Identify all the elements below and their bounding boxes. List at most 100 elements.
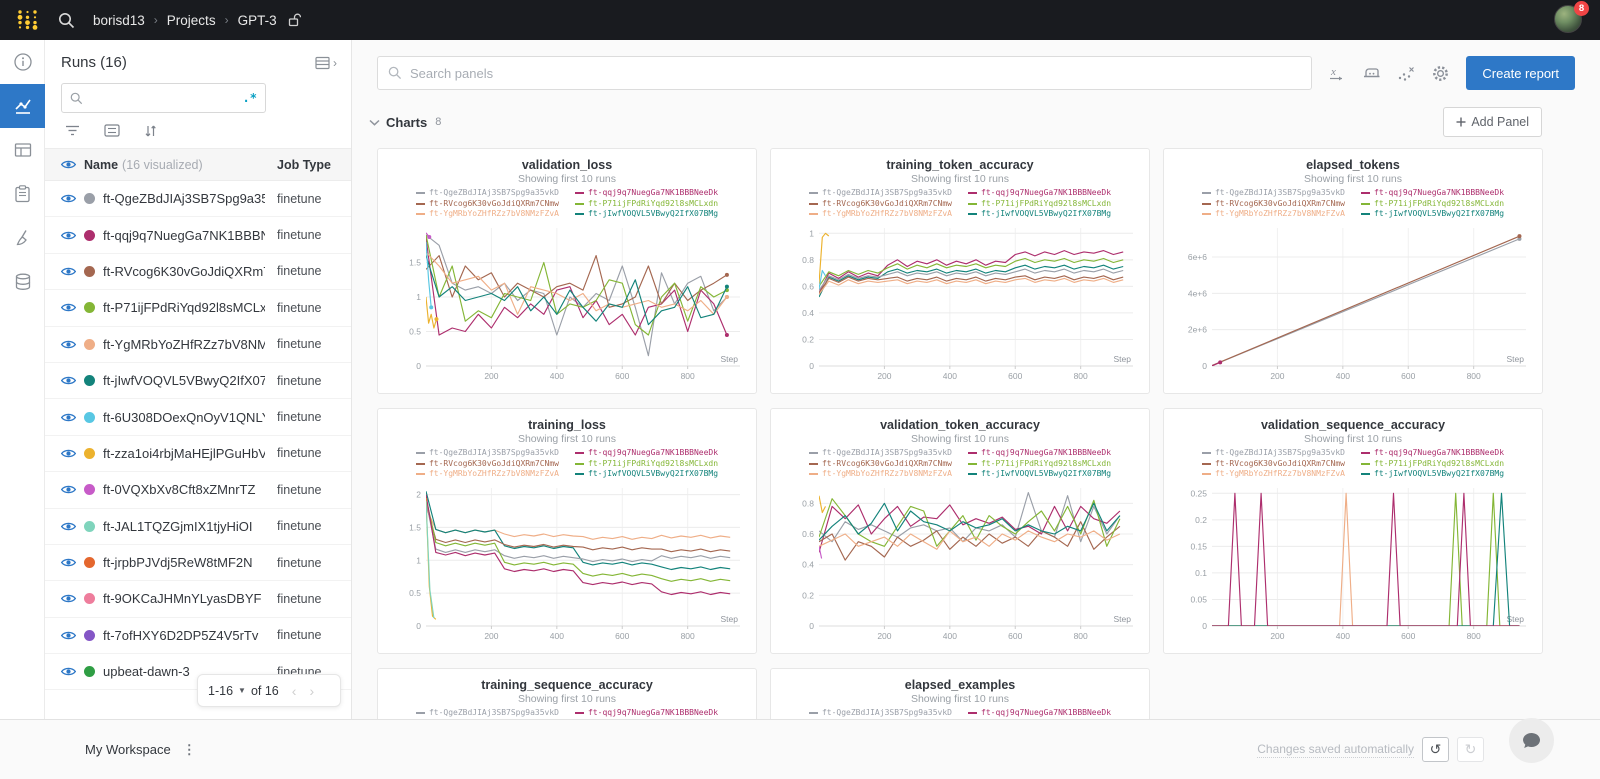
rail-overview-button[interactable] xyxy=(0,40,45,84)
outliers-icon[interactable] xyxy=(1397,65,1415,82)
page-range-dropdown[interactable]: 1-16 xyxy=(208,684,233,698)
eye-visibility-toggle[interactable] xyxy=(61,557,76,568)
run-row[interactable]: ft-9OKCaJHMnYLyasDBYFfinetune xyxy=(45,581,351,617)
eye-icon[interactable] xyxy=(61,159,76,170)
eye-visibility-toggle[interactable] xyxy=(61,193,76,204)
eye-visibility-toggle[interactable] xyxy=(61,302,76,313)
eye-visibility-toggle[interactable] xyxy=(61,666,76,677)
run-name[interactable]: ft-7ofHXY6D2DP5Z4V5rTv xyxy=(103,628,265,643)
breadcrumb-project[interactable]: GPT-3 xyxy=(238,13,277,28)
eye-visibility-toggle[interactable] xyxy=(61,521,76,532)
run-name[interactable]: ft-jIwfVOQVL5VBwyQ2IfX07BMg xyxy=(103,373,265,388)
chat-bubble-button[interactable] xyxy=(1509,718,1554,763)
chart-panel[interactable]: training_token_accuracyShowing first 10 … xyxy=(770,148,1150,394)
run-name[interactable]: ft-P71ijFPdRiYqd92l8sMCLxdn xyxy=(103,300,265,315)
notification-badge[interactable]: 8 xyxy=(1574,1,1589,16)
eye-visibility-toggle[interactable] xyxy=(61,339,76,350)
breadcrumb-projects[interactable]: Projects xyxy=(167,13,216,28)
run-name[interactable]: ft-YgMRbYoZHfRZz7bV8NMzFZvA xyxy=(103,337,265,352)
eye-visibility-toggle[interactable] xyxy=(61,593,76,604)
prev-page-button[interactable]: ‹ xyxy=(292,683,297,699)
run-name[interactable]: ft-JAL1TQZGjmIX1tjyHiOI xyxy=(103,519,265,534)
filter-icon[interactable] xyxy=(65,124,80,137)
chart-panel[interactable]: training_sequence_accuracyShowing first … xyxy=(377,668,757,719)
eye-visibility-toggle[interactable] xyxy=(61,412,76,423)
run-name[interactable]: ft-qqj9q7NuegGa7NK1BBBNeeDk xyxy=(103,228,265,243)
undo-button[interactable]: ↺ xyxy=(1422,737,1449,762)
workspace-selector[interactable]: My Workspace xyxy=(85,742,171,757)
chart-panel[interactable]: training_lossShowing first 10 runsft-Qge… xyxy=(377,408,757,654)
column-header-job-type[interactable]: Job Type xyxy=(277,158,331,172)
chevron-down-icon[interactable] xyxy=(369,119,380,126)
run-row[interactable]: ft-6U308DOexQnOyV1QNLY4z2Wfinetune xyxy=(45,399,351,435)
charts-section-label[interactable]: Charts xyxy=(386,115,427,130)
panel-search-input[interactable] xyxy=(410,66,1301,81)
chart-subtitle: Showing first 10 runs xyxy=(783,173,1137,186)
eye-visibility-toggle[interactable] xyxy=(61,448,76,459)
legend-dash xyxy=(1361,213,1370,215)
smoothing-icon[interactable] xyxy=(1362,65,1381,81)
chart-plot[interactable]: 00.511.5200400600800Step xyxy=(390,222,746,388)
add-panel-button[interactable]: Add Panel xyxy=(1443,107,1542,137)
run-row[interactable]: ft-qqj9q7NuegGa7NK1BBBNeeDkfinetune xyxy=(45,217,351,253)
rail-panels-button[interactable] xyxy=(0,128,45,172)
search-icon[interactable] xyxy=(58,12,75,29)
rail-sweeps-button[interactable] xyxy=(0,216,45,260)
gear-icon[interactable] xyxy=(1431,64,1450,83)
run-row[interactable]: ft-0VQXbXv8Cft8xZMnrTZfinetune xyxy=(45,472,351,508)
create-report-button[interactable]: Create report xyxy=(1466,56,1575,90)
sort-icon[interactable] xyxy=(144,124,157,138)
chart-panel[interactable]: validation_token_accuracyShowing first 1… xyxy=(770,408,1150,654)
run-name[interactable]: ft-0VQXbXv8Cft8xZMnrTZ xyxy=(103,482,265,497)
regex-toggle[interactable]: .* xyxy=(243,91,257,105)
chart-panel[interactable]: validation_lossShowing first 10 runsft-Q… xyxy=(377,148,757,394)
svg-text:0.2: 0.2 xyxy=(1195,514,1207,524)
run-row[interactable]: ft-7ofHXY6D2DP5Z4V5rTvfinetune xyxy=(45,618,351,654)
rail-charts-button[interactable] xyxy=(0,84,45,128)
run-name[interactable]: ft-jrpbPJVdj5ReW8tMF2N xyxy=(103,555,265,570)
run-row[interactable]: ft-YgMRbYoZHfRZz7bV8NMzFZvAfinetune xyxy=(45,327,351,363)
eye-visibility-toggle[interactable] xyxy=(61,630,76,641)
group-icon[interactable] xyxy=(104,124,120,137)
run-name[interactable]: ft-RVcog6K30vGoJdiQXRm7CNmw xyxy=(103,264,265,279)
run-row[interactable]: ft-jIwfVOQVL5VBwyQ2IfX07BMgfinetune xyxy=(45,363,351,399)
eye-visibility-toggle[interactable] xyxy=(61,375,76,386)
panel-search-box[interactable] xyxy=(377,56,1312,90)
eye-visibility-toggle[interactable] xyxy=(61,230,76,241)
legend-run-label: ft-YgMRbYoZHfRZz7bV8NMzFZvA xyxy=(1215,209,1345,220)
chart-plot[interactable]: 00.511.52200400600800Step xyxy=(390,482,746,648)
run-name[interactable]: ft-zza1oi4rbjMaHEjlPGuHbV xyxy=(103,446,265,461)
eye-visibility-toggle[interactable] xyxy=(61,266,76,277)
run-row[interactable]: ft-zza1oi4rbjMaHEjlPGuHbVfinetune xyxy=(45,436,351,472)
chart-plot[interactable]: 00.20.40.60.8200400600800Step xyxy=(783,482,1139,648)
chart-series-line xyxy=(426,497,436,619)
run-name[interactable]: ft-6U308DOexQnOyV1QNLY4z2W xyxy=(103,410,265,425)
x-axis-settings-icon[interactable]: x xyxy=(1328,65,1346,82)
run-row[interactable]: ft-P71ijFPdRiYqd92l8sMCLxdnfinetune xyxy=(45,290,351,326)
run-name[interactable]: ft-9OKCaJHMnYLyasDBYF xyxy=(103,591,265,606)
column-header-name[interactable]: Name xyxy=(84,158,118,172)
runs-search-box[interactable]: .* xyxy=(61,83,266,113)
run-name[interactable]: ft-QgeZBdJIAj3SB7Spg9a35vkD xyxy=(103,191,265,206)
run-row[interactable]: ft-jrpbPJVdj5ReW8tMF2Nfinetune xyxy=(45,545,351,581)
user-avatar[interactable]: 8 xyxy=(1554,5,1584,35)
chart-panel[interactable]: elapsed_tokensShowing first 10 runsft-Qg… xyxy=(1163,148,1543,394)
chart-panel[interactable]: elapsed_examplesShowing first 10 runsft-… xyxy=(770,668,1150,719)
chart-panel[interactable]: validation_sequence_accuracyShowing firs… xyxy=(1163,408,1543,654)
chart-plot[interactable]: 02e+64e+66e+6200400600800Step xyxy=(1176,222,1532,388)
chart-plot[interactable]: 00.20.40.60.81200400600800Step xyxy=(783,222,1139,388)
workspace-menu-icon[interactable]: ⋮ xyxy=(183,742,197,758)
runs-search-input[interactable] xyxy=(89,91,237,105)
rail-logs-button[interactable] xyxy=(0,172,45,216)
run-row[interactable]: ft-QgeZBdJIAj3SB7Spg9a35vkDfinetune xyxy=(45,181,351,217)
run-row[interactable]: ft-JAL1TQZGjmIX1tjyHiOIfinetune xyxy=(45,509,351,545)
expand-runs-table-button[interactable]: › xyxy=(315,56,337,70)
eye-visibility-toggle[interactable] xyxy=(61,484,76,495)
redo-button[interactable]: ↻ xyxy=(1457,737,1484,762)
wandb-logo[interactable] xyxy=(16,9,40,31)
run-row[interactable]: ft-RVcog6K30vGoJdiQXRm7CNmwfinetune xyxy=(45,254,351,290)
breadcrumb-user[interactable]: borisd13 xyxy=(93,13,145,28)
rail-artifacts-button[interactable] xyxy=(0,260,45,304)
chart-plot[interactable]: 00.050.10.150.20.25200400600800Step xyxy=(1176,482,1532,648)
next-page-button[interactable]: › xyxy=(309,683,314,699)
